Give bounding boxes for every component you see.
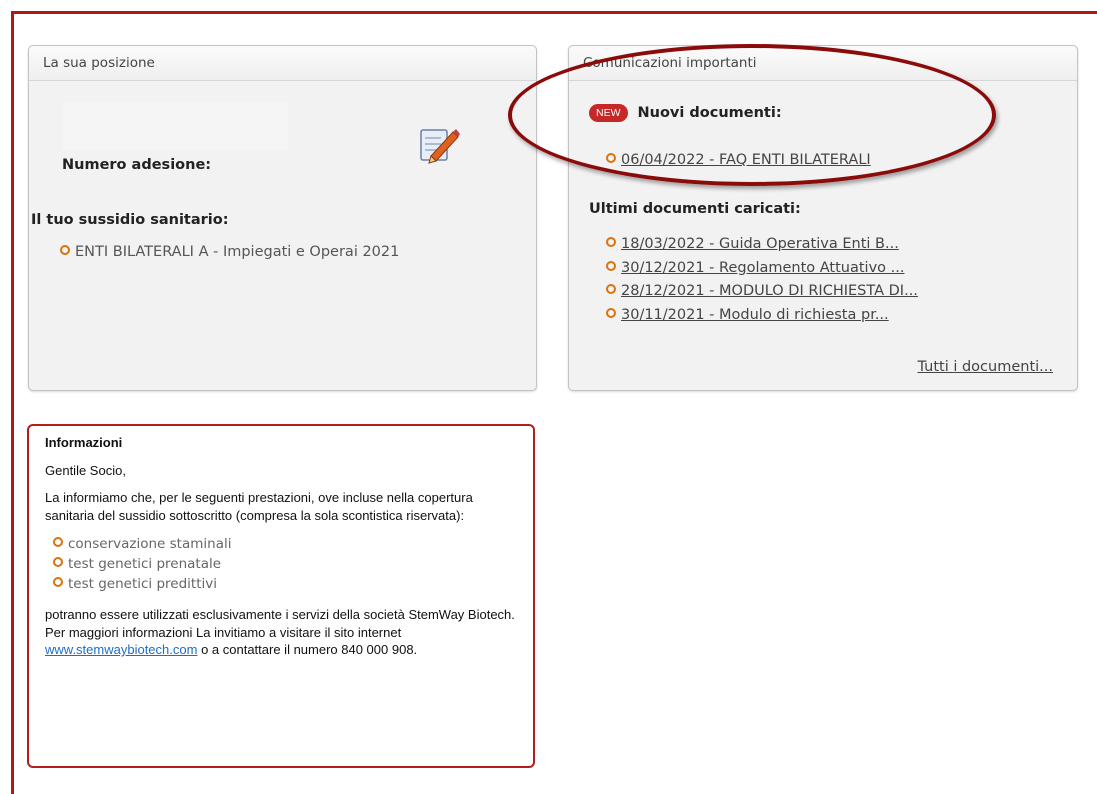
list-item: conservazione staminali: [53, 536, 517, 556]
list-item: 30/12/2021 - Regolamento Attuativo ...: [606, 260, 918, 284]
bullet-icon: [60, 245, 70, 255]
bullet-icon: [606, 260, 616, 271]
services-list: conservazione staminali test genetici pr…: [53, 536, 517, 596]
bullet-icon: [606, 307, 616, 318]
subsidy-plan-text: ENTI BILATERALI A - Impiegati e Operai 2…: [75, 244, 400, 260]
highlight-annotation-oval: [508, 44, 996, 186]
bullet-icon: [53, 557, 63, 567]
information-intro: La informiamo che, per le seguenti prest…: [45, 490, 473, 523]
list-item: 18/03/2022 - Guida Operativa Enti B...: [606, 236, 918, 260]
position-panel: La sua posizione Numero adesione: Il tuo…: [28, 45, 537, 391]
frame-top-border: [11, 11, 1097, 14]
subsidy-label: Il tuo sussidio sanitario:: [31, 212, 229, 228]
bullet-icon: [53, 537, 63, 547]
document-link[interactable]: 28/12/2021 - MODULO DI RICHIESTA DI...: [621, 283, 918, 299]
document-link[interactable]: 18/03/2022 - Guida Operativa Enti B...: [621, 236, 899, 252]
information-box: Informazioni Gentile Socio, La informiam…: [27, 424, 535, 768]
list-item: test genetici predittivi: [53, 576, 517, 596]
website-link[interactable]: www.stemwaybiotech.com: [45, 642, 197, 657]
all-documents-link[interactable]: Tutti i documenti...: [917, 359, 1053, 375]
frame-left-border: [11, 11, 14, 794]
member-name-placeholder: [63, 102, 288, 150]
information-greeting: Gentile Socio,: [45, 462, 126, 478]
membership-number-label: Numero adesione:: [62, 157, 212, 173]
position-panel-title: La sua posizione: [29, 46, 536, 81]
information-title: Informazioni: [45, 435, 123, 450]
list-item: 30/11/2021 - Modulo di richiesta pr...: [606, 307, 918, 331]
bullet-icon: [606, 284, 616, 294]
list-item: test genetici prenatale: [53, 556, 517, 576]
closing-text-a: potranno essere utilizzati esclusivament…: [45, 607, 515, 640]
bullet-icon: [606, 237, 616, 247]
information-closing: potranno essere utilizzati esclusivament…: [45, 606, 517, 659]
service-text: test genetici prenatale: [68, 556, 222, 572]
subsidy-plan-item: ENTI BILATERALI A - Impiegati e Operai 2…: [60, 244, 399, 260]
document-link[interactable]: 30/11/2021 - Modulo di richiesta pr...: [621, 307, 889, 323]
list-item: 28/12/2021 - MODULO DI RICHIESTA DI...: [606, 283, 918, 307]
bullet-icon: [53, 577, 63, 587]
service-text: conservazione staminali: [68, 536, 232, 552]
document-link[interactable]: 30/12/2021 - Regolamento Attuativo ...: [621, 260, 904, 276]
closing-text-b: o a contattare il numero 840 000 908.: [197, 642, 418, 657]
service-text: test genetici predittivi: [68, 576, 217, 592]
edit-icon[interactable]: [417, 126, 461, 166]
latest-documents-title: Ultimi documenti caricati:: [589, 201, 801, 217]
latest-documents-list: 18/03/2022 - Guida Operativa Enti B... 3…: [606, 236, 918, 330]
